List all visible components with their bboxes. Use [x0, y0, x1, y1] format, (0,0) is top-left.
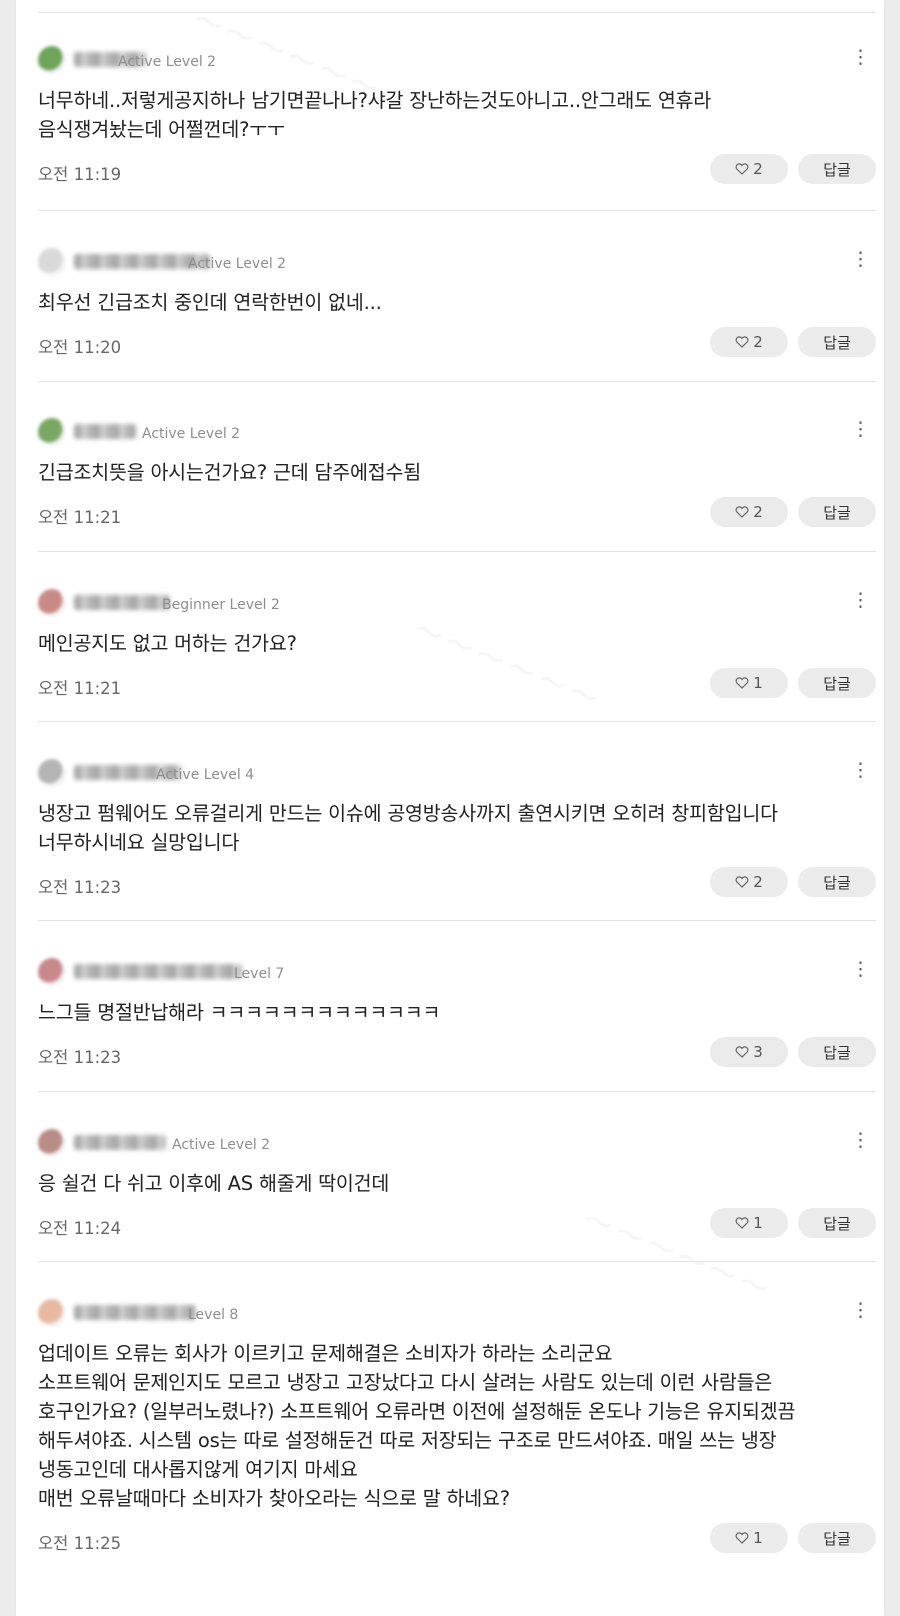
- avatar[interactable]: [38, 958, 66, 986]
- reply-button[interactable]: 답글: [798, 1037, 876, 1067]
- heart-icon: [735, 677, 749, 689]
- heart-icon: [735, 336, 749, 348]
- comment-item: Level 7 ⋮ 느그들 명절반납해라 ㅋㅋㅋㅋㅋㅋㅋㅋㅋㅋㅋㅋㅋ 오전 11…: [38, 956, 876, 1071]
- user-level: Active Level 2: [118, 54, 217, 70]
- user-level: Active Level 2: [172, 1137, 271, 1153]
- like-count: 1: [753, 674, 763, 692]
- like-button[interactable]: 1: [710, 668, 788, 698]
- avatar[interactable]: [38, 589, 66, 617]
- reply-button[interactable]: 답글: [798, 327, 876, 357]
- comment-text: 메인공지도 없고 머하는 건가요?: [38, 632, 297, 655]
- comment-time: 오전 11:21: [38, 679, 122, 698]
- heart-icon: [735, 1046, 749, 1058]
- more-options-icon[interactable]: ⋮: [851, 420, 870, 439]
- username-blurred[interactable]: [74, 1305, 196, 1320]
- reply-button[interactable]: 답글: [798, 1523, 876, 1553]
- like-count: 3: [753, 1043, 763, 1061]
- user-level: Level 8: [188, 1307, 239, 1323]
- more-options-icon[interactable]: ⋮: [851, 761, 870, 780]
- comment-text: 냉장고 펌웨어도 오류걸리게 만드는 이슈에 공영방송사까지 출연시키면 오히려…: [38, 802, 778, 854]
- avatar[interactable]: [38, 248, 66, 276]
- divider: [38, 210, 876, 211]
- like-count: 2: [753, 333, 763, 351]
- like-button[interactable]: 1: [710, 1208, 788, 1238]
- comment-text: 너무하네..저렇게공지하나 남기면끝나나?샤갈 장난하는것도아니고..안그래도 …: [38, 89, 712, 141]
- more-options-icon[interactable]: ⋮: [851, 1301, 870, 1320]
- comment-time: 오전 11:23: [38, 1048, 122, 1067]
- avatar[interactable]: [38, 418, 66, 446]
- more-options-icon[interactable]: ⋮: [851, 48, 870, 67]
- user-level: Level 7: [234, 966, 285, 982]
- comment-item: Active Level 4 ⋮ 냉장고 펌웨어도 오류걸리게 만드는 이슈에 …: [38, 757, 876, 901]
- comment-list-page: ~~~~~~ ~~~~~~ ~~~~~~ Active Level 2 ⋮ 너무…: [16, 0, 884, 1616]
- like-button[interactable]: 2: [710, 497, 788, 527]
- comment-time: 오전 11:24: [38, 1219, 122, 1238]
- divider: [38, 721, 876, 722]
- heart-icon: [735, 876, 749, 888]
- user-level: Active Level 2: [142, 426, 241, 442]
- avatar[interactable]: [38, 1299, 66, 1327]
- like-button[interactable]: 3: [710, 1037, 788, 1067]
- comment-item: Active Level 2 ⋮ 너무하네..저렇게공지하나 남기면끝나나?샤갈…: [38, 44, 876, 188]
- divider: [38, 12, 876, 13]
- comment-time: 오전 11:21: [38, 508, 122, 527]
- comment-text: 느그들 명절반납해라 ㅋㅋㅋㅋㅋㅋㅋㅋㅋㅋㅋㅋㅋ: [38, 1001, 441, 1024]
- comment-item: Active Level 2 ⋮ 최우선 긴급조치 중인데 연락한번이 없네..…: [38, 246, 876, 361]
- comment-item: Beginner Level 2 ⋮ 메인공지도 없고 머하는 건가요? 오전 …: [38, 587, 876, 702]
- like-count: 2: [753, 503, 763, 521]
- comment-item: Active Level 2 ⋮ 응 쉴건 다 쉬고 이후에 AS 해줄게 딱이…: [38, 1127, 876, 1242]
- avatar[interactable]: [38, 759, 66, 787]
- username-blurred[interactable]: [74, 1135, 166, 1150]
- comment-time: 오전 11:23: [38, 878, 122, 897]
- comment-text: 업데이트 오류는 회사가 이르키고 문제해결은 소비자가 하라는 소리군요 소프…: [38, 1342, 796, 1510]
- comment-text: 응 쉴건 다 쉬고 이후에 AS 해줄게 딱이건데: [38, 1172, 390, 1195]
- like-count: 1: [753, 1529, 763, 1547]
- comment-text: 최우선 긴급조치 중인데 연락한번이 없네...: [38, 291, 382, 314]
- comment-item: Active Level 2 ⋮ 긴급조치뜻을 아시는건가요? 근데 담주에접수…: [38, 416, 876, 531]
- heart-icon: [735, 1217, 749, 1229]
- more-options-icon[interactable]: ⋮: [851, 1131, 870, 1150]
- more-options-icon[interactable]: ⋮: [851, 250, 870, 269]
- username-blurred[interactable]: [74, 964, 242, 979]
- comment-text: 긴급조치뜻을 아시는건가요? 근데 담주에접수됨: [38, 461, 421, 484]
- like-button[interactable]: 2: [710, 327, 788, 357]
- avatar[interactable]: [38, 46, 66, 74]
- comment-time: 오전 11:19: [38, 165, 122, 184]
- like-button[interactable]: 2: [710, 154, 788, 184]
- reply-button[interactable]: 답글: [798, 668, 876, 698]
- like-count: 2: [753, 160, 763, 178]
- avatar[interactable]: [38, 1129, 66, 1157]
- username-blurred[interactable]: [74, 424, 136, 439]
- heart-icon: [735, 506, 749, 518]
- divider: [38, 1261, 876, 1262]
- like-count: 2: [753, 873, 763, 891]
- user-level: Beginner Level 2: [162, 597, 280, 613]
- more-options-icon[interactable]: ⋮: [851, 591, 870, 610]
- divider: [38, 1091, 876, 1092]
- comment-time: 오전 11:25: [38, 1534, 122, 1553]
- username-blurred[interactable]: [74, 595, 170, 610]
- reply-button[interactable]: 답글: [798, 154, 876, 184]
- reply-button[interactable]: 답글: [798, 497, 876, 527]
- user-level: Active Level 4: [156, 767, 255, 783]
- more-options-icon[interactable]: ⋮: [851, 960, 870, 979]
- divider: [38, 920, 876, 921]
- divider: [38, 381, 876, 382]
- like-count: 1: [753, 1214, 763, 1232]
- divider: [38, 551, 876, 552]
- like-button[interactable]: 1: [710, 1523, 788, 1553]
- comment-time: 오전 11:20: [38, 338, 122, 357]
- heart-icon: [735, 1532, 749, 1544]
- heart-icon: [735, 163, 749, 175]
- comment-item: Level 8 ⋮ 업데이트 오류는 회사가 이르키고 문제해결은 소비자가 하…: [38, 1297, 876, 1557]
- reply-button[interactable]: 답글: [798, 1208, 876, 1238]
- reply-button[interactable]: 답글: [798, 867, 876, 897]
- like-button[interactable]: 2: [710, 867, 788, 897]
- user-level: Active Level 2: [188, 256, 287, 272]
